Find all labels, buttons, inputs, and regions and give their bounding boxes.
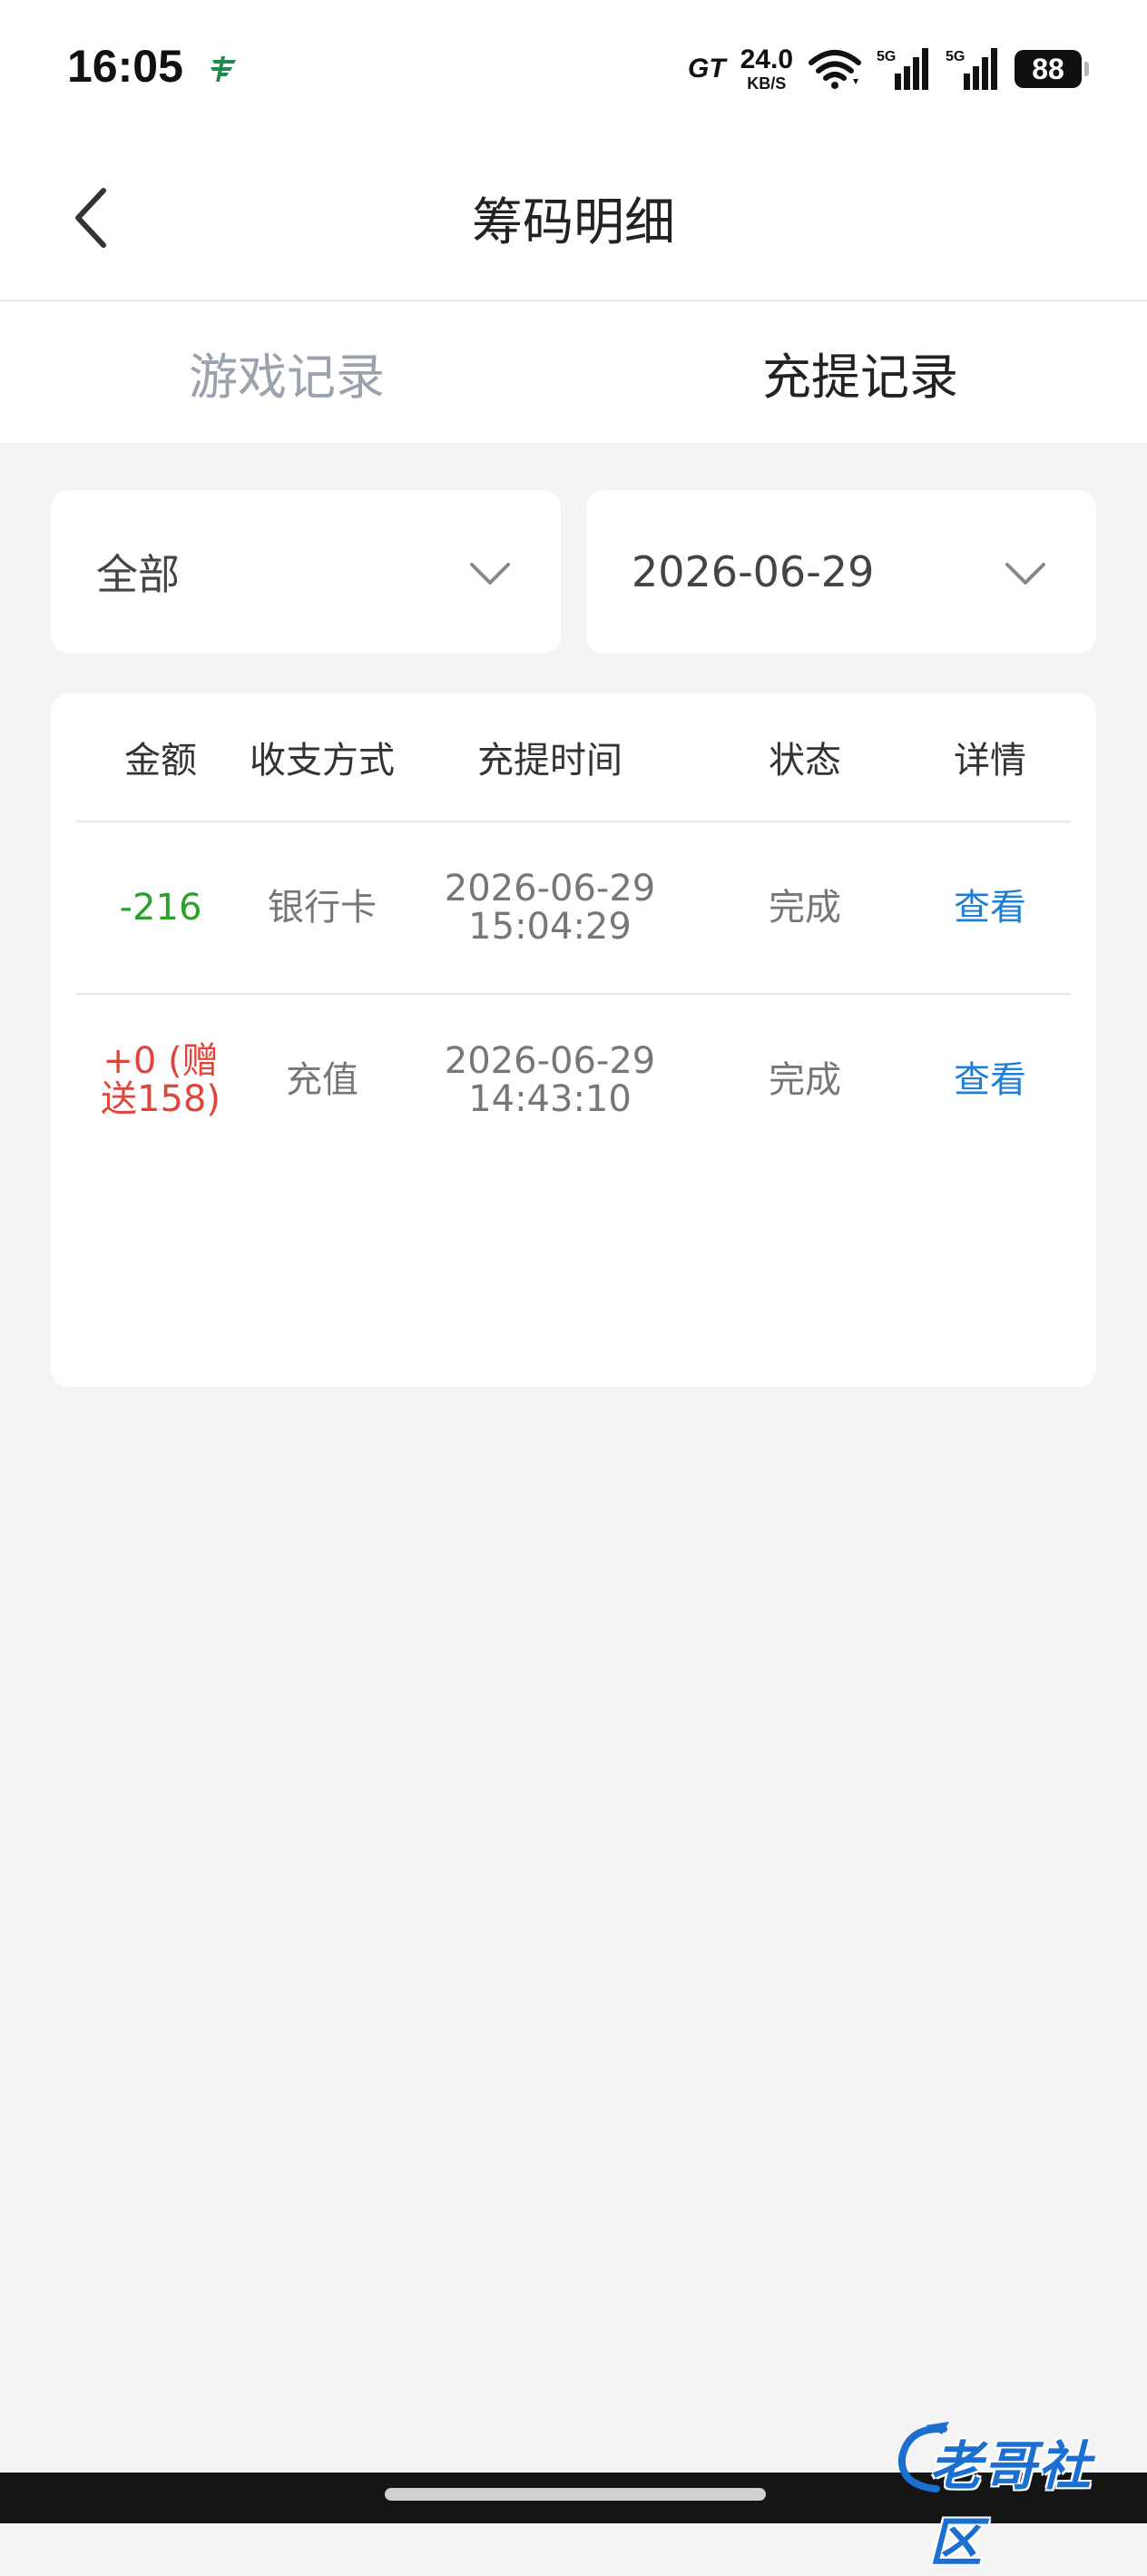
chevron-down-icon xyxy=(1005,563,1045,585)
date-filter-dropdown[interactable]: 2026-06-29 xyxy=(586,490,1096,654)
watermark-text: 老哥社区 xyxy=(929,2435,1093,2573)
table-row: -216 银行卡 2026-06-29 15:04:29 完成 查看 xyxy=(76,822,1071,995)
row-date: 2026-06-29 xyxy=(444,868,656,909)
china-post-icon xyxy=(211,56,236,82)
signal-1-label: 5G xyxy=(877,49,896,64)
view-detail-link[interactable]: 查看 xyxy=(909,995,1071,1165)
row-amount-line2: 送158) xyxy=(101,1078,221,1120)
header-detail: 详情 xyxy=(954,740,1026,782)
network-speed: 24.0 KB/S xyxy=(740,44,793,93)
page-title: 筹码明细 xyxy=(472,193,675,252)
tab-game-records[interactable]: 游戏记录 xyxy=(0,301,574,443)
nav-bar: 筹码明细 xyxy=(0,136,1147,301)
signal-5g-icon: 5G xyxy=(877,48,928,90)
type-filter-value: 全部 xyxy=(96,550,180,599)
row-amount: +0 (赠 送158) xyxy=(76,995,245,1165)
row-date: 2026-06-29 xyxy=(444,1040,656,1082)
date-filter-value: 2026-06-29 xyxy=(632,547,875,596)
battery-icon: 88 xyxy=(1015,50,1089,88)
home-indicator[interactable] xyxy=(385,2488,766,2501)
row-status: 完成 xyxy=(769,887,841,929)
network-speed-value: 24.0 xyxy=(740,44,793,74)
view-detail-link[interactable]: 查看 xyxy=(909,822,1071,993)
row-clock: 14:43:10 xyxy=(468,1078,632,1120)
records-table: 金额 收支方式 充提时间 状态 详情 -216 银行卡 2026-06-29 1… xyxy=(51,693,1096,1387)
status-bar: 16:05 GT 24.0 KB/S 5G 5G 88 xyxy=(0,0,1147,136)
status-time: 16:05 xyxy=(67,41,183,92)
row-time: 2026-06-29 15:04:29 xyxy=(399,822,701,993)
header-time: 充提时间 xyxy=(477,740,623,782)
row-amount-line1: +0 (赠 xyxy=(103,1040,219,1082)
table-row: +0 (赠 送158) 充值 2026-06-29 14:43:10 完成 查看 xyxy=(76,995,1071,1165)
row-method: 充值 xyxy=(286,1059,358,1101)
table-header: 金额 收支方式 充提时间 状态 详情 xyxy=(76,693,1071,822)
row-time: 2026-06-29 14:43:10 xyxy=(399,995,701,1165)
row-clock: 15:04:29 xyxy=(468,906,632,948)
row-amount-line1: -216 xyxy=(119,887,202,929)
network-speed-unit: KB/S xyxy=(747,74,787,93)
battery-level: 88 xyxy=(1032,52,1064,85)
type-filter-dropdown[interactable]: 全部 xyxy=(51,490,561,654)
gt-label: GT xyxy=(687,54,726,84)
header-status: 状态 xyxy=(769,740,841,782)
tab-bar: 游戏记录 充提记录 xyxy=(0,301,1147,443)
wifi-icon xyxy=(809,50,861,89)
status-indicators: GT 24.0 KB/S 5G 5G 88 xyxy=(687,44,1089,93)
signal-2-label: 5G xyxy=(946,49,965,64)
header-method: 收支方式 xyxy=(250,740,395,782)
header-amount: 金额 xyxy=(124,740,197,782)
row-method: 银行卡 xyxy=(268,887,377,929)
tab-deposit-withdraw-records[interactable]: 充提记录 xyxy=(574,301,1147,443)
watermark-logo: 老哥社区 xyxy=(889,2414,1134,2573)
row-amount: -216 xyxy=(76,822,245,993)
signal-5g-icon: 5G xyxy=(946,48,997,90)
row-status: 完成 xyxy=(769,1059,841,1101)
chevron-down-icon xyxy=(470,563,510,585)
